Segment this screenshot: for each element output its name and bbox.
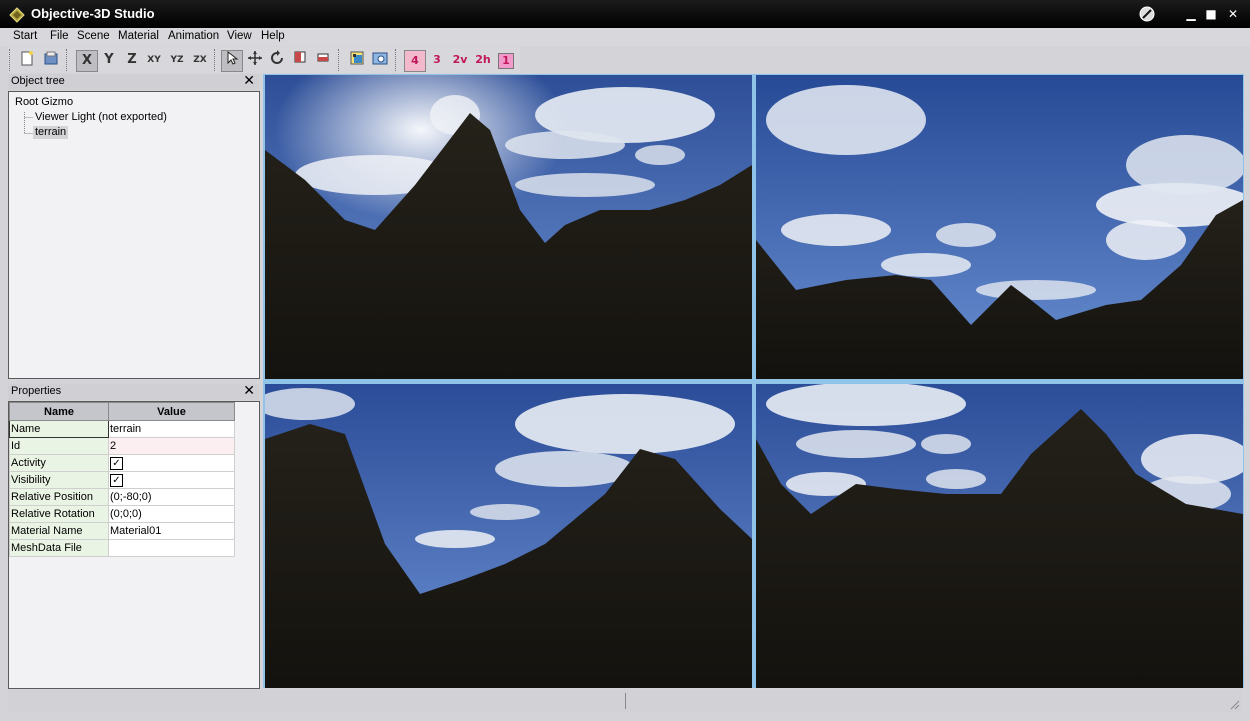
select-pointer-icon[interactable] bbox=[221, 50, 243, 72]
menu-animation[interactable]: Animation bbox=[168, 30, 219, 42]
layout-2h-button[interactable]: 2h bbox=[473, 50, 493, 70]
scale-icon[interactable] bbox=[290, 50, 310, 70]
property-value[interactable]: (0;0;0) bbox=[108, 505, 235, 523]
new-file-icon[interactable] bbox=[17, 50, 37, 70]
menu-material[interactable]: Material bbox=[118, 30, 159, 42]
property-value-cell: ✓ bbox=[108, 454, 235, 472]
property-value[interactable]: terrain bbox=[108, 420, 235, 438]
property-value[interactable] bbox=[108, 539, 235, 557]
menu-start[interactable]: Start bbox=[13, 30, 37, 42]
axis-x-button[interactable]: X bbox=[76, 50, 98, 72]
property-name[interactable]: Name bbox=[9, 420, 109, 438]
property-name[interactable]: Visibility bbox=[9, 471, 109, 489]
object-tree-header: Object tree ✕ bbox=[8, 72, 259, 90]
menu-bar: Start File Scene Material Animation View… bbox=[0, 28, 1250, 46]
property-value[interactable]: Material01 bbox=[108, 522, 235, 540]
app-logo-icon bbox=[9, 7, 25, 23]
plane-xy-button[interactable]: XY bbox=[144, 50, 164, 70]
status-bar bbox=[8, 690, 1242, 712]
properties-title: Properties bbox=[11, 385, 62, 397]
rotate-icon[interactable] bbox=[267, 50, 287, 70]
app-window: Objective-3D Studio ▁ ■ ✕ Start File Sce… bbox=[0, 0, 1250, 721]
column-header-name[interactable]: Name bbox=[9, 402, 109, 421]
tree-item-terrain[interactable]: terrain bbox=[33, 126, 69, 139]
title-bar: Objective-3D Studio ▁ ■ ✕ bbox=[0, 0, 1250, 28]
toolbar: X Y Z XY YZ ZX 4 3 2v 2h 1 bbox=[8, 47, 520, 73]
resize-grip-icon[interactable] bbox=[1228, 698, 1240, 710]
viewport-bottom-right[interactable] bbox=[756, 384, 1243, 688]
property-name[interactable]: Activity bbox=[9, 454, 109, 472]
render-settings-icon[interactable] bbox=[370, 50, 390, 70]
property-name[interactable]: Relative Rotation bbox=[9, 505, 109, 523]
viewport-top-right[interactable] bbox=[756, 75, 1243, 379]
open-file-icon[interactable] bbox=[41, 50, 61, 70]
toolbar-separator bbox=[395, 49, 399, 71]
axis-z-button[interactable]: Z bbox=[122, 50, 142, 70]
plane-yz-button[interactable]: YZ bbox=[167, 50, 187, 70]
property-value[interactable]: 2 bbox=[108, 437, 235, 455]
help-icon[interactable] bbox=[1138, 6, 1156, 22]
object-tree-panel: Root Gizmo Viewer Light (not exported) t… bbox=[8, 91, 260, 379]
menu-scene[interactable]: Scene bbox=[77, 30, 110, 42]
menu-file[interactable]: File bbox=[50, 30, 69, 42]
close-icon[interactable]: ✕ bbox=[243, 382, 255, 399]
property-name[interactable]: Material Name bbox=[9, 522, 109, 540]
layout-3-views-button[interactable]: 3 bbox=[427, 50, 447, 70]
window-title: Objective-3D Studio bbox=[31, 6, 155, 21]
texture-icon[interactable] bbox=[347, 50, 367, 70]
maximize-button[interactable]: ■ bbox=[1202, 6, 1220, 22]
close-button[interactable]: ✕ bbox=[1224, 6, 1242, 22]
scale-uniform-icon[interactable] bbox=[313, 50, 333, 70]
property-name[interactable]: MeshData File bbox=[9, 539, 109, 557]
plane-zx-button[interactable]: ZX bbox=[190, 50, 210, 70]
properties-grid: Name Value Name terrain Id 2 Activity ✓ … bbox=[9, 402, 235, 557]
toolbar-grip bbox=[9, 49, 13, 71]
axis-y-button[interactable]: Y bbox=[99, 50, 119, 70]
viewport-top-left[interactable] bbox=[265, 75, 752, 379]
property-name[interactable]: Id bbox=[9, 437, 109, 455]
property-name[interactable]: Relative Position bbox=[9, 488, 109, 506]
toolbar-separator bbox=[66, 49, 70, 71]
property-value[interactable]: (0;-80;0) bbox=[108, 488, 235, 506]
move-icon[interactable] bbox=[245, 50, 265, 70]
column-header-value[interactable]: Value bbox=[108, 402, 235, 421]
property-value-cell: ✓ bbox=[108, 471, 235, 489]
viewport-bottom-left[interactable] bbox=[265, 384, 752, 688]
toolbar-separator bbox=[338, 49, 342, 71]
menu-view[interactable]: View bbox=[227, 30, 252, 42]
visibility-checkbox[interactable]: ✓ bbox=[110, 473, 123, 487]
toolbar-separator bbox=[214, 49, 218, 71]
activity-checkbox[interactable]: ✓ bbox=[110, 456, 123, 470]
status-divider bbox=[625, 693, 626, 709]
layout-2v-button[interactable]: 2v bbox=[450, 50, 470, 70]
properties-header: Properties ✕ bbox=[8, 382, 259, 400]
menu-help[interactable]: Help bbox=[261, 30, 285, 42]
tree-item-root-gizmo[interactable]: Root Gizmo bbox=[15, 96, 73, 108]
layout-1-view-button[interactable]: 1 bbox=[498, 53, 514, 69]
object-tree-title: Object tree bbox=[11, 75, 65, 87]
tree-item-viewer-light[interactable]: Viewer Light (not exported) bbox=[35, 111, 167, 123]
minimize-button[interactable]: ▁ bbox=[1182, 6, 1200, 22]
close-icon[interactable]: ✕ bbox=[243, 72, 255, 89]
layout-4-views-button[interactable]: 4 bbox=[404, 50, 426, 72]
